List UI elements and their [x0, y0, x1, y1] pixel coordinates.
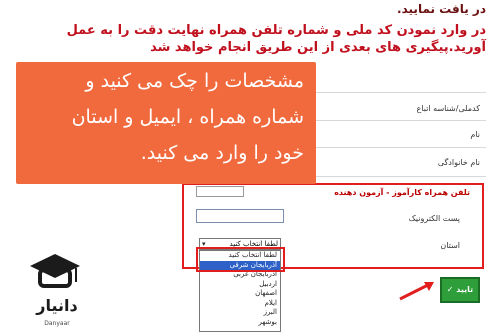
province-option[interactable]: ایلام: [200, 299, 280, 309]
logo-name: دانیار: [36, 296, 78, 315]
mobile-label: تلفن همراه کارآموز - آزمون دهنده: [334, 188, 470, 197]
province-label: استان: [440, 241, 460, 250]
notice-line-0: در یافت نمایید.: [397, 2, 486, 16]
province-option[interactable]: بوشهر: [200, 318, 280, 328]
instruction-overlay: مشخصات را چک می کنید و شماره همراه ، ایم…: [16, 62, 316, 184]
pointer-arrow-icon: [399, 282, 434, 301]
graduation-cap-icon: [30, 254, 80, 288]
province-option[interactable]: اصفهان: [200, 289, 280, 299]
dropdown-highlight-box: [196, 247, 285, 272]
email-input[interactable]: [196, 209, 284, 223]
email-label: پست الکترونیک: [408, 214, 460, 223]
last-name-label: نام خانوادگی: [437, 158, 480, 167]
danyaar-logo: دانیار Danyaar: [26, 250, 84, 330]
notice-line-1: در وارد نمودن کد ملی و شماره تلفن همراه …: [66, 23, 486, 38]
overlay-line-3: خود را وارد می کنید.: [140, 142, 304, 164]
national-code-label: کدملی/شناسه اتباع: [416, 104, 480, 113]
screenshot-frame: در یافت نمایید. در وارد نمودن کد ملی و ش…: [0, 0, 500, 332]
province-option[interactable]: البرز: [200, 308, 280, 318]
mobile-input[interactable]: [196, 186, 244, 197]
confirm-button[interactable]: تایید ✓: [440, 277, 480, 303]
first-name-label: نام: [470, 130, 480, 139]
logo-latin: Danyaar: [44, 320, 70, 327]
notice-line-2: آورید.پیگیری های بعدی از این طریق انجام …: [150, 40, 486, 55]
province-option[interactable]: اردبیل: [200, 280, 280, 290]
overlay-line-2: شماره همراه ، ایمیل و استان: [71, 106, 304, 128]
overlay-line-1: مشخصات را چک می کنید و: [85, 70, 304, 92]
